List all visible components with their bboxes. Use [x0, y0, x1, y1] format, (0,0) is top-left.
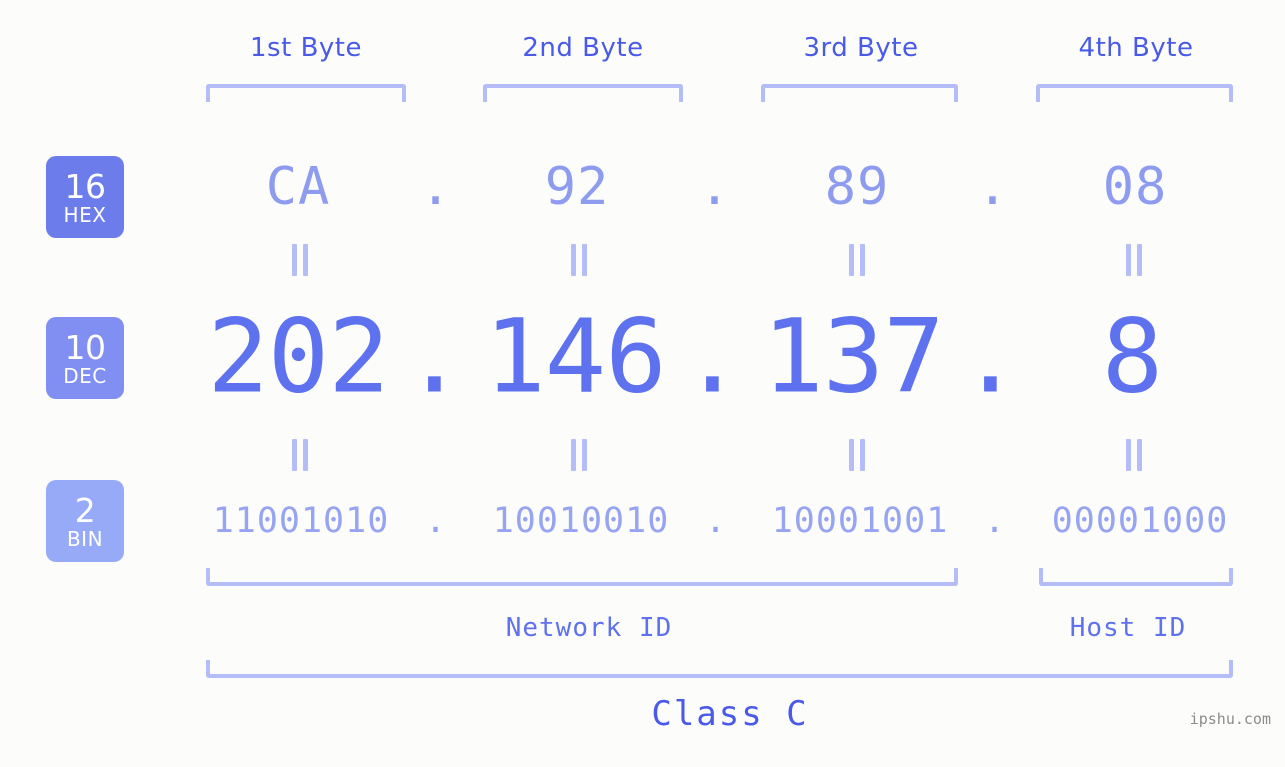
base-badge-dec-label: DEC [63, 363, 107, 388]
byte-bracket-top-3 [761, 84, 958, 102]
base-badge-hex-number: 16 [64, 166, 107, 206]
equality-mark-icon-6 [571, 439, 587, 471]
hex-separator-1: . [419, 157, 453, 217]
class-bracket [206, 660, 1233, 678]
dec-octet-3: 137 [762, 297, 944, 417]
network-id-bracket [206, 568, 958, 586]
equality-mark-icon-4 [1126, 244, 1142, 276]
class-label: Class C [651, 694, 809, 734]
hex-octet-4: 08 [1102, 157, 1168, 217]
bin-octet-1: 11001010 [212, 501, 390, 541]
base-badge-bin-number: 2 [74, 490, 96, 530]
hex-separator-2: . [698, 157, 732, 217]
dec-separator-3: . [959, 297, 1021, 417]
base-badge-bin-label: BIN [66, 526, 104, 551]
hex-separator-3: . [976, 157, 1010, 217]
equality-mark-icon-7 [849, 439, 865, 471]
network-id-label: Network ID [505, 613, 673, 643]
ip-address-breakdown-diagram: 1st Byte 2nd Byte 3rd Byte 4th Byte 16 H… [0, 0, 1285, 767]
bin-octet-4: 00001000 [1051, 501, 1229, 541]
host-id-bracket [1039, 568, 1233, 586]
hex-octet-2: 92 [544, 157, 610, 217]
bin-separator-3: . [983, 501, 1007, 541]
equality-mark-icon-1 [292, 244, 308, 276]
dec-octet-4: 8 [1101, 297, 1163, 417]
base-badge-dec-number: 10 [64, 327, 107, 367]
host-id-label: Host ID [1069, 613, 1187, 643]
base-badge-hex: 16 HEX [46, 156, 124, 238]
dec-separator-1: . [403, 297, 465, 417]
equality-mark-icon-8 [1126, 439, 1142, 471]
base-badge-dec: 10 DEC [46, 317, 124, 399]
byte-bracket-top-4 [1036, 84, 1233, 102]
byte-bracket-top-1 [206, 84, 406, 102]
bin-separator-1: . [424, 501, 448, 541]
byte-header-label-2: 2nd Byte [522, 33, 644, 63]
byte-bracket-top-2 [483, 84, 683, 102]
equality-mark-icon-2 [571, 244, 587, 276]
base-badge-hex-label: HEX [63, 202, 107, 227]
dec-octet-1: 202 [207, 297, 389, 417]
byte-header-label-4: 4th Byte [1078, 33, 1194, 63]
byte-header-label-3: 3rd Byte [803, 33, 919, 63]
equality-mark-icon-5 [292, 439, 308, 471]
bin-separator-2: . [704, 501, 728, 541]
site-watermark: ipshu.com [1189, 710, 1271, 728]
equality-mark-icon-3 [849, 244, 865, 276]
base-badge-bin: 2 BIN [46, 480, 124, 562]
bin-octet-3: 10001001 [771, 501, 949, 541]
byte-header-label-1: 1st Byte [250, 33, 362, 63]
hex-octet-1: CA [265, 157, 331, 217]
dec-separator-2: . [681, 297, 743, 417]
bin-octet-2: 10010010 [492, 501, 670, 541]
hex-octet-3: 89 [824, 157, 890, 217]
dec-octet-2: 146 [484, 297, 666, 417]
